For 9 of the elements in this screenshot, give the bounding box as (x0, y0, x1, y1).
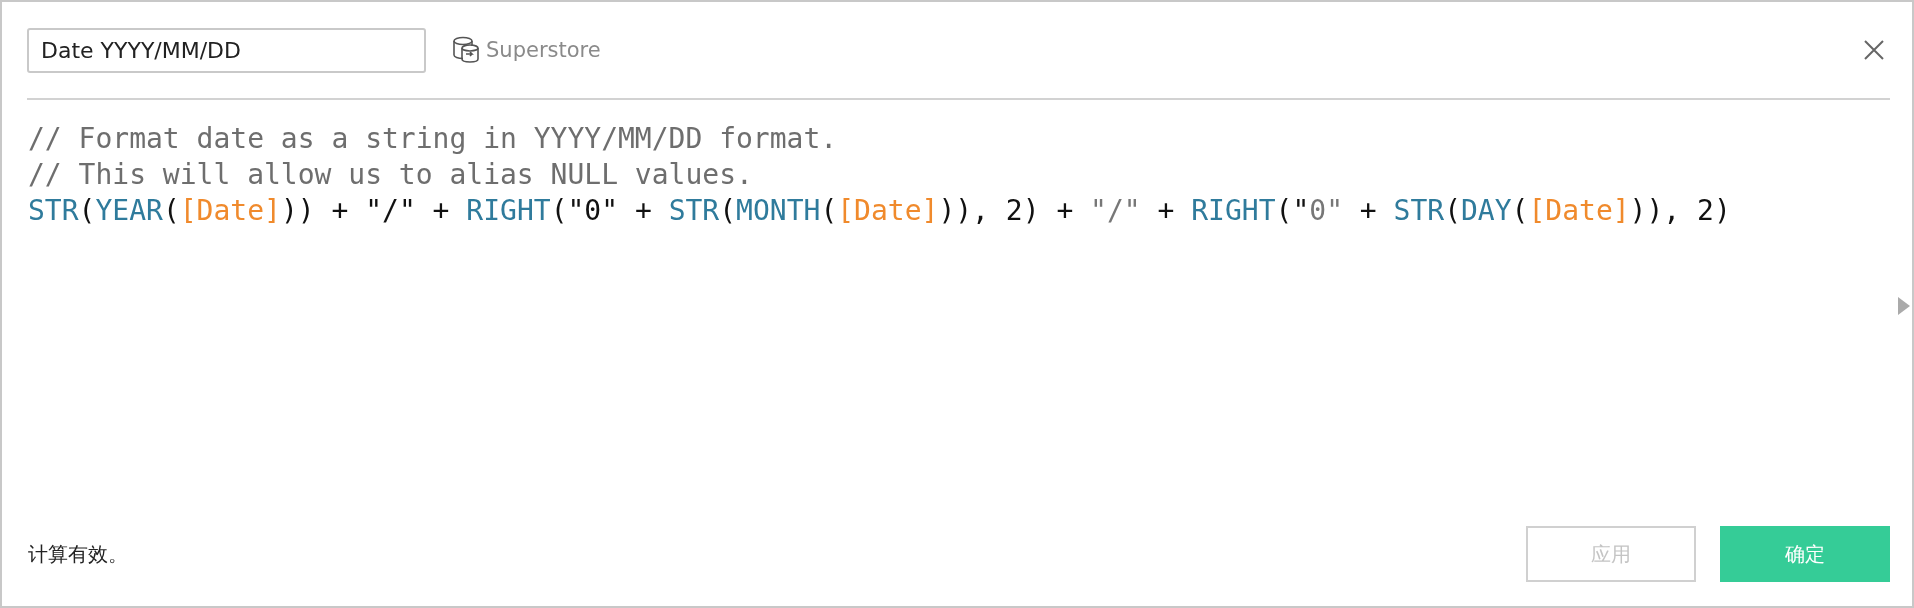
data-source-label: Superstore (486, 38, 601, 62)
database-icon (451, 35, 481, 65)
code-line: STR(YEAR([Date])) + "/" + RIGHT("0" + STR(MONTH([Date])), 2) + "/" + RIGHT("0" + STR(DAY([Date])), 2) (28, 193, 1732, 229)
status-message: 计算有效。 (28, 540, 128, 568)
ok-button[interactable]: 确定 (1720, 526, 1890, 582)
code-line: // Format date as a string in YYYY/MM/DD format. (28, 121, 839, 157)
code-line: // This will allow us to alias NULL values. (28, 157, 754, 193)
name-field[interactable]: Date YYYY/MM/DD (27, 27, 426, 73)
close-icon[interactable] (1863, 39, 1885, 61)
